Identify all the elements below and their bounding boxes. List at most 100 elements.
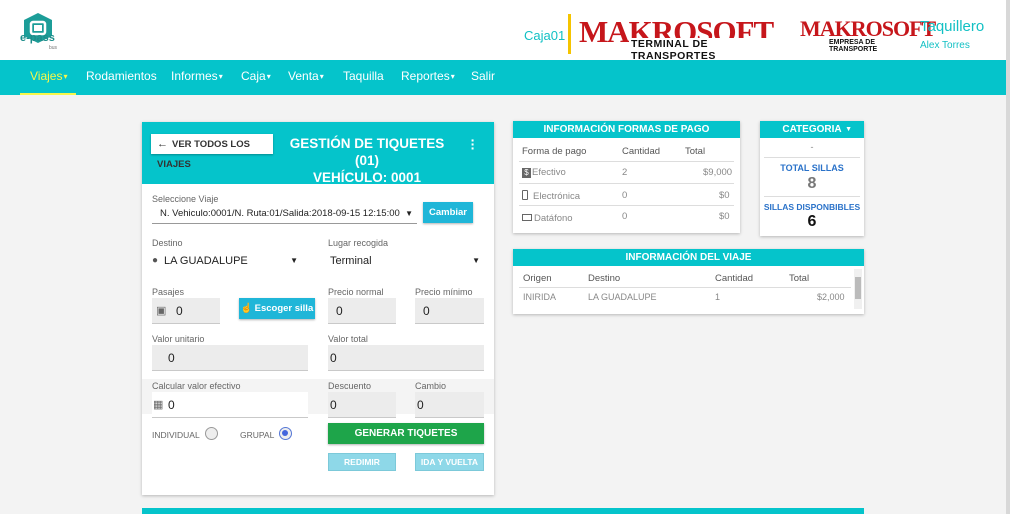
nav-reportes[interactable]: Reportes▾	[401, 60, 455, 95]
category-dropdown[interactable]: CATEGORIA ▼	[760, 121, 864, 138]
descuento-input[interactable]: 0	[328, 392, 396, 418]
makrosoft-terminal-logo: MAKROSOFT TERMINAL DE TRANSPORTES	[568, 14, 798, 62]
payment-qty: 2	[622, 167, 628, 178]
nav-viajes[interactable]: Viajes▾	[20, 60, 76, 95]
generate-tickets-button[interactable]: GENERAR TIQUETES	[328, 423, 484, 444]
payment-qty: 0	[622, 211, 628, 222]
divider	[519, 287, 851, 288]
total-seats-value: 8	[807, 175, 817, 192]
title-line2: VEHÍCULO: 0001	[312, 170, 422, 185]
trip-total: $2,000	[817, 292, 845, 302]
main-content: ← VER TODOS LOS VIAJES GESTIÓN DE TIQUETE…	[0, 95, 1006, 514]
available-seats-label: SILLAS DISPONBIBLES	[763, 202, 861, 212]
grupal-radio[interactable]	[279, 427, 292, 440]
trip-select-label: Seleccione Viaje	[152, 194, 219, 204]
trip-destino: LA GUADALUPE	[588, 292, 657, 302]
ticket-form-header: ← VER TODOS LOS VIAJES GESTIÓN DE TIQUETE…	[142, 122, 494, 185]
divider	[519, 161, 734, 162]
trip-select-value: N. Vehiculo:0001/N. Ruta:01/Salida:2018-…	[160, 208, 400, 219]
nav-salir[interactable]: Salir	[471, 60, 495, 95]
calc-input[interactable]: ▦ 0	[152, 392, 308, 418]
col-cantidad: Cantidad	[622, 146, 661, 157]
bottom-card-header	[142, 508, 864, 514]
nav-label: Venta	[288, 69, 319, 83]
cambio-input[interactable]: 0	[415, 392, 484, 418]
col-total: Total	[789, 273, 810, 284]
trip-cantidad: 1	[715, 292, 721, 302]
nav-caja[interactable]: Caja▾	[241, 60, 271, 95]
payment-name: $ Efectivo	[522, 167, 566, 178]
location-pin-icon: ●	[152, 255, 159, 266]
valor-total-input[interactable]: 0	[328, 345, 484, 371]
payment-card-title: INFORMACIÓN FORMAS DE PAGO	[513, 121, 740, 138]
cash-icon: $	[522, 168, 531, 178]
descuento-label: Descuento	[328, 381, 372, 391]
caret-down-icon: ▼	[290, 256, 298, 265]
nav-label: Viajes	[30, 69, 63, 83]
choose-seat-button[interactable]: ☝ Escoger silla	[239, 298, 315, 319]
user-name[interactable]: Alex Torres	[920, 40, 970, 51]
nav-taquilla[interactable]: Taquilla	[343, 60, 384, 95]
trip-card-title: INFORMACIÓN DEL VIAJE	[513, 249, 864, 266]
nav-rodamientos[interactable]: Rodamientos	[86, 60, 157, 95]
choose-seat-label: Escoger silla	[254, 303, 314, 314]
payment-name: Electrónica	[522, 190, 580, 202]
caja-label: Caja01	[524, 28, 566, 43]
pointer-icon: ☝	[240, 303, 253, 314]
title-line1: GESTIÓN DE TIQUETES (01)	[289, 136, 445, 168]
individual-radio[interactable]	[205, 427, 218, 440]
payment-info-card: INFORMACIÓN FORMAS DE PAGO Forma de pago…	[513, 121, 740, 233]
caret-down-icon: ▼	[845, 126, 852, 133]
destino-select[interactable]: ● LA GUADALUPE ▼	[152, 252, 302, 271]
pasajes-value: 0	[176, 304, 183, 318]
recogida-value: Terminal	[330, 255, 372, 267]
precio-normal-input[interactable]: 0	[328, 298, 396, 324]
col-destino: Destino	[588, 273, 621, 284]
pasajes-input[interactable]: ▣ 0	[152, 298, 220, 324]
destino-label: Destino	[152, 238, 183, 248]
precio-min-input[interactable]: 0	[415, 298, 484, 324]
caret-down-icon: ▾	[218, 71, 223, 81]
grupal-label: GRUPAL	[240, 430, 275, 440]
calc-value: 0	[168, 398, 175, 412]
pasajes-label: Pasajes	[152, 287, 185, 297]
recogida-label: Lugar recogida	[328, 238, 389, 248]
payment-name-text: Efectivo	[532, 167, 566, 178]
divider	[764, 157, 860, 158]
main-nav: Viajes▾ Rodamientos Informes▾ Caja▾ Vent…	[0, 60, 1006, 95]
round-trip-button[interactable]: IDA Y VUELTA	[415, 453, 484, 471]
nav-informes[interactable]: Informes▾	[171, 60, 223, 95]
card-icon	[522, 214, 532, 221]
recogida-select[interactable]: Terminal ▼	[328, 252, 484, 271]
nav-label: Salir	[471, 69, 496, 83]
destino-value: LA GUADALUPE	[164, 255, 248, 267]
logo1-subtitle: TERMINAL DE TRANSPORTES	[629, 38, 798, 62]
page-scrollbar[interactable]	[1006, 0, 1010, 514]
change-trip-button[interactable]: Cambiar	[423, 202, 473, 223]
category-title: CATEGORIA	[782, 124, 842, 135]
user-role[interactable]: Taquillero	[920, 18, 984, 35]
nav-label: Caja	[241, 69, 266, 83]
category-card: CATEGORIA ▼ - TOTAL SILLAS 8 SILLAS DISPO…	[760, 121, 864, 236]
phone-icon	[522, 190, 528, 200]
redimir-button[interactable]: REDIMIR	[328, 453, 396, 471]
nav-venta[interactable]: Venta▾	[288, 60, 324, 95]
category-value: -	[810, 142, 814, 152]
more-vert-icon[interactable]: · · ·	[470, 133, 476, 155]
scrollbar-thumb[interactable]	[855, 277, 861, 299]
divider	[764, 196, 860, 197]
valor-unit-input[interactable]: 0	[152, 345, 308, 371]
nav-label: Informes	[171, 69, 218, 83]
calculator-icon: ▦	[153, 399, 164, 411]
payment-total: $9,000	[703, 167, 733, 178]
payment-name-text: Electrónica	[533, 191, 580, 202]
trip-table-scrollbar[interactable]	[854, 269, 862, 309]
arrow-left-icon: ←	[157, 138, 168, 150]
divider	[519, 205, 734, 206]
valor-unit-label: Valor unitario	[152, 334, 205, 344]
view-all-trips-button[interactable]: ← VER TODOS LOS VIAJES	[151, 134, 273, 170]
app-header: e-pass bus Caja01 MAKROSOFT TERMINAL DE …	[0, 0, 1006, 62]
trip-select[interactable]: N. Vehiculo:0001/N. Ruta:01/Salida:2018-…	[152, 205, 417, 224]
individual-label: INDIVIDUAL	[152, 430, 200, 440]
valor-total-label: Valor total	[328, 334, 368, 344]
